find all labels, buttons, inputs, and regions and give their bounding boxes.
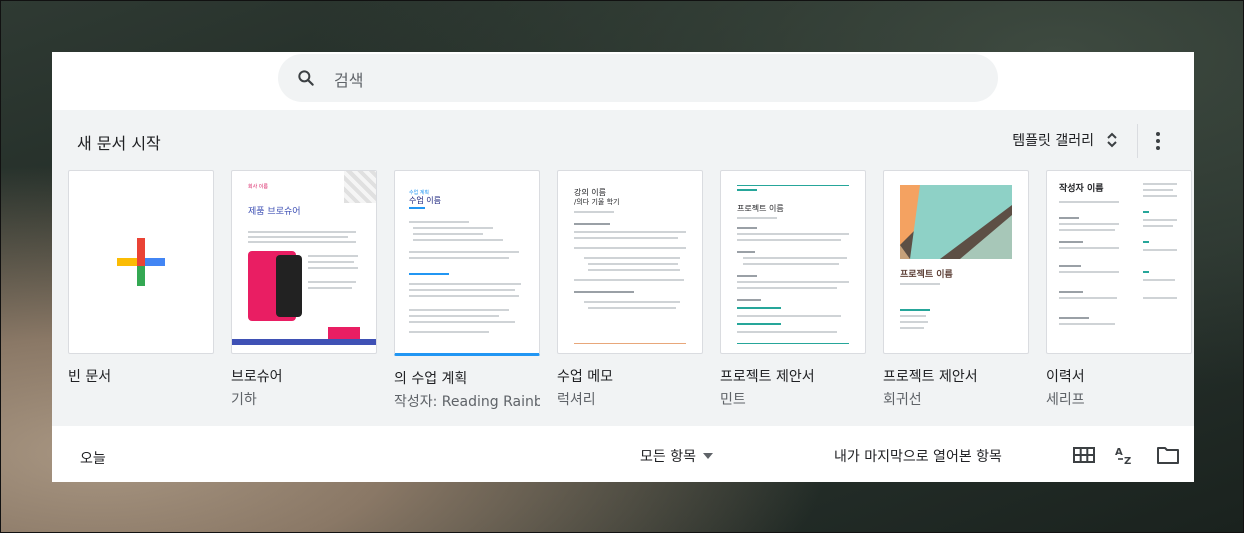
- template-sub: 세리프: [1046, 392, 1085, 408]
- template-sub: 민트: [720, 392, 746, 408]
- template-project-proposal-tropic[interactable]: 프로젝트 이름 프로젝트 제안서 회귀선: [883, 170, 1029, 409]
- search-box[interactable]: 검색: [278, 54, 998, 102]
- recent-docs-header: 오늘 모든 항목 내가 마지막으로 열어본 항목 A Z: [52, 426, 1194, 482]
- owner-filter-label: 모든 항목: [640, 449, 696, 465]
- template-thumb-class-notes[interactable]: 강의 이름 /의다 기울 학기: [557, 170, 703, 354]
- template-gallery-label: 템플릿 갤러리: [1012, 133, 1094, 149]
- grid-view-icon[interactable]: [1072, 443, 1096, 467]
- unfold-icon: [1107, 132, 1117, 148]
- template-name: 빈 문서: [68, 369, 112, 385]
- template-thumb-blank[interactable]: [68, 170, 214, 354]
- template-class-notes[interactable]: 강의 이름 /의다 기울 학기 수업 메모 럭셔리: [557, 170, 703, 409]
- template-brochure[interactable]: 회사 이름 제품 브로슈어 브로슈어 기하: [231, 170, 377, 409]
- svg-text:A: A: [1115, 447, 1123, 458]
- template-resume-serif[interactable]: 작성자 이름 이력서 세리프: [1046, 170, 1192, 409]
- template-thumb-lesson-plan[interactable]: 수업 계획 수업 이름: [394, 170, 540, 356]
- template-sub: 회귀선: [883, 392, 922, 408]
- template-name: 수업 메모: [557, 369, 613, 385]
- owner-filter-dropdown[interactable]: 모든 항목: [640, 446, 714, 466]
- folder-icon[interactable]: [1156, 443, 1180, 467]
- template-name: 프로젝트 제안서: [720, 369, 815, 385]
- template-name: 브로슈어: [231, 369, 283, 385]
- template-gallery: 새 문서 시작 템플릿 갤러리 빈 문서 회사 이름 제품 브로슈어 브로슈어 …: [52, 110, 1194, 426]
- thumb-title: 제품 브로슈어: [248, 207, 301, 217]
- template-thumb-proposal-tropic[interactable]: 프로젝트 이름: [883, 170, 1029, 354]
- docs-home-panel: 검색 새 문서 시작 템플릿 갤러리 빈 문서 회사 이름 제품 브로슈어 브로…: [52, 52, 1194, 482]
- svg-text:Z: Z: [1124, 456, 1131, 467]
- template-name: 프로젝트 제안서: [883, 369, 978, 385]
- divider: [1137, 124, 1138, 158]
- plus-icon: [117, 238, 165, 286]
- template-name: 이력서: [1046, 369, 1085, 385]
- template-thumb-resume[interactable]: 작성자 이름: [1046, 170, 1192, 354]
- thumb-title: 수업 이름: [409, 196, 441, 205]
- template-gallery-button[interactable]: 템플릿 갤러리: [1012, 130, 1118, 150]
- template-blank[interactable]: 빈 문서: [68, 170, 214, 386]
- sort-label[interactable]: 내가 마지막으로 열어본 항목: [834, 446, 1002, 466]
- thumb-small-title: /의다 기울 학기: [574, 198, 620, 206]
- sort-az-icon[interactable]: A Z: [1114, 443, 1138, 467]
- template-lesson-plan[interactable]: 수업 계획 수업 이름 의 수업 계획 작성자: Reading Rainb: [394, 170, 540, 411]
- thumb-title: 프로젝트 이름: [900, 270, 953, 280]
- thumb-graphic: [900, 185, 1012, 259]
- search-icon[interactable]: [296, 68, 316, 88]
- more-vert-icon[interactable]: [1150, 130, 1166, 152]
- template-project-proposal-mint[interactable]: 프로젝트 이름 프로젝트 제안서 민트: [720, 170, 866, 409]
- thumb-title: 작성자 이름: [1059, 184, 1104, 194]
- template-name: 의 수업 계획: [394, 371, 468, 387]
- section-today: 오늘: [80, 451, 106, 467]
- search-input[interactable]: 검색: [334, 67, 363, 91]
- template-thumb-brochure[interactable]: 회사 이름 제품 브로슈어: [231, 170, 377, 354]
- thumb-small-title: 회사 이름: [248, 184, 268, 190]
- caret-down-icon: [702, 453, 713, 459]
- template-sub: 기하: [231, 392, 257, 408]
- template-sub: 럭셔리: [557, 392, 596, 408]
- template-thumb-proposal-mint[interactable]: 프로젝트 이름: [720, 170, 866, 354]
- template-sub: 작성자: Reading Rainbow: [394, 394, 540, 410]
- search-row: 검색: [52, 52, 1194, 110]
- gallery-title: 새 문서 시작: [77, 134, 161, 153]
- thumb-title: 프로젝트 이름: [737, 204, 784, 213]
